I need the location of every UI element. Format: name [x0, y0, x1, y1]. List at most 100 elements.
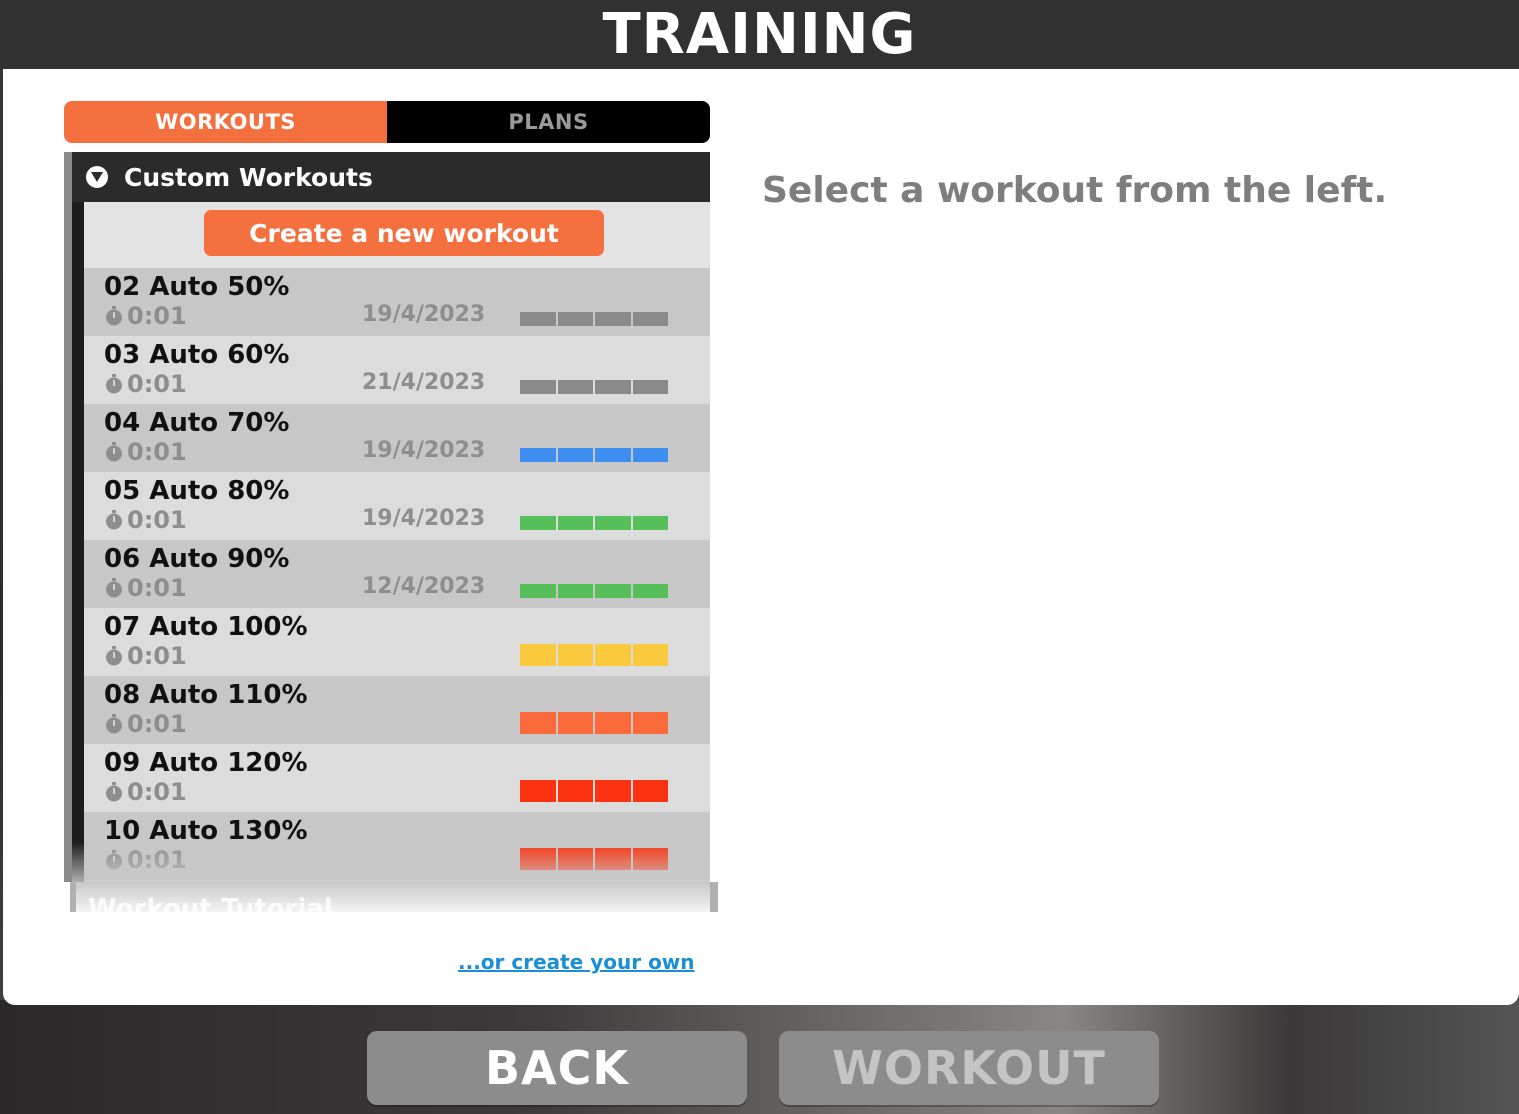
zone-segment	[520, 516, 556, 530]
section-title: Custom Workouts	[124, 162, 373, 192]
workout-duration-value: 0:01	[127, 370, 187, 398]
zone-segment	[595, 380, 631, 394]
zone-bar	[520, 712, 668, 734]
zone-bar	[520, 848, 668, 870]
zone-segment	[557, 380, 593, 394]
zone-bar	[520, 380, 668, 394]
section-header-custom-workouts[interactable]: Custom Workouts	[72, 152, 710, 202]
background-scenery	[0, 1000, 1519, 1114]
create-own-link[interactable]: ...or create your own	[458, 950, 695, 974]
page-title: TRAINING	[602, 2, 917, 67]
zone-segment	[595, 644, 631, 666]
workout-duration: 0:01	[104, 710, 187, 738]
workout-name: 03 Auto 60%	[104, 340, 290, 370]
zone-segment	[557, 312, 593, 326]
workout-duration: 0:01	[104, 302, 187, 330]
workout-duration: 0:01	[104, 778, 187, 806]
zone-segment	[520, 780, 556, 802]
zone-bar	[520, 780, 668, 802]
workout-row[interactable]: 10 Auto 130% 0:01	[84, 812, 710, 880]
list-body: Create a new workout 02 Auto 50% 0:01 19/4…	[84, 202, 710, 882]
stopwatch-icon	[106, 782, 122, 802]
page-header: TRAINING	[0, 0, 1519, 70]
workout-duration: 0:01	[104, 846, 187, 874]
workout-name: 04 Auto 70%	[104, 408, 290, 438]
workout-row[interactable]: 05 Auto 80% 0:01 19/4/2023	[84, 472, 710, 540]
stopwatch-icon	[106, 374, 122, 394]
zone-segment	[520, 448, 556, 462]
workout-row[interactable]: 06 Auto 90% 0:01 12/4/2023	[84, 540, 710, 608]
workout-name: 10 Auto 130%	[104, 816, 308, 846]
zone-segment	[520, 312, 556, 326]
workout-duration-value: 0:01	[127, 438, 187, 466]
workout-duration-value: 0:01	[127, 302, 187, 330]
workout-date: 19/4/2023	[362, 506, 486, 531]
zone-segment	[520, 584, 556, 598]
zone-segment	[632, 448, 668, 462]
zone-segment	[595, 516, 631, 530]
zone-segment	[632, 380, 668, 394]
workout-duration: 0:01	[104, 574, 187, 602]
stopwatch-icon	[106, 510, 122, 530]
list-rail	[64, 152, 72, 882]
zone-segment	[632, 848, 668, 870]
workout-name: 09 Auto 120%	[104, 748, 308, 778]
section-rail-left	[70, 882, 76, 912]
back-button[interactable]: BACK	[367, 1031, 747, 1105]
workout-button[interactable]: WORKOUT	[779, 1031, 1159, 1105]
workout-name: 07 Auto 100%	[104, 612, 308, 642]
zone-segment	[520, 848, 556, 870]
next-section-title: Workout Tutorial	[88, 894, 333, 912]
zone-segment	[557, 780, 593, 802]
zone-bar	[520, 312, 668, 326]
zone-segment	[520, 380, 556, 394]
workout-duration: 0:01	[104, 370, 187, 398]
tab-bar: WORKOUTS PLANS	[64, 101, 710, 143]
workout-row[interactable]: 03 Auto 60% 0:01 21/4/2023	[84, 336, 710, 404]
zone-segment	[632, 780, 668, 802]
stopwatch-icon	[106, 850, 122, 870]
zone-segment	[520, 712, 556, 734]
workout-name: 02 Auto 50%	[104, 272, 290, 302]
zone-segment	[632, 312, 668, 326]
tab-plans[interactable]: PLANS	[387, 101, 710, 143]
zone-segment	[595, 584, 631, 598]
workout-date: 19/4/2023	[362, 302, 486, 327]
workout-duration: 0:01	[104, 506, 187, 534]
workout-duration-value: 0:01	[127, 710, 187, 738]
zone-segment	[632, 584, 668, 598]
zone-segment	[632, 712, 668, 734]
zone-segment	[520, 644, 556, 666]
zone-segment	[557, 848, 593, 870]
zone-segment	[595, 312, 631, 326]
workout-duration-value: 0:01	[127, 642, 187, 670]
workout-name: 06 Auto 90%	[104, 544, 290, 574]
stopwatch-icon	[106, 714, 122, 734]
workout-list[interactable]: Custom Workouts Create a new workout 02 …	[64, 152, 710, 882]
zone-segment	[557, 516, 593, 530]
workout-row[interactable]: 09 Auto 120% 0:01	[84, 744, 710, 812]
zone-bar	[520, 516, 668, 530]
zone-segment	[595, 448, 631, 462]
workout-duration-value: 0:01	[127, 778, 187, 806]
workout-row[interactable]: 08 Auto 110% 0:01	[84, 676, 710, 744]
workout-duration: 0:01	[104, 438, 187, 466]
workout-row[interactable]: 02 Auto 50% 0:01 19/4/2023	[84, 268, 710, 336]
workout-row[interactable]: 04 Auto 70% 0:01 19/4/2023	[84, 404, 710, 472]
stopwatch-icon	[106, 306, 122, 326]
stopwatch-icon	[106, 646, 122, 666]
section-header-workout-tutorial[interactable]: Workout Tutorial	[70, 882, 718, 912]
create-workout-button[interactable]: Create a new workout	[204, 210, 604, 256]
zone-segment	[557, 644, 593, 666]
zone-bar	[520, 448, 668, 462]
workout-row[interactable]: 07 Auto 100% 0:01	[84, 608, 710, 676]
workout-name: 08 Auto 110%	[104, 680, 308, 710]
chevron-down-icon	[86, 166, 108, 188]
zone-segment	[557, 712, 593, 734]
workout-duration: 0:01	[104, 642, 187, 670]
zone-segment	[557, 584, 593, 598]
zone-bar	[520, 584, 668, 598]
workout-date: 19/4/2023	[362, 438, 486, 463]
workout-duration-value: 0:01	[127, 574, 187, 602]
tab-workouts[interactable]: WORKOUTS	[64, 101, 387, 143]
